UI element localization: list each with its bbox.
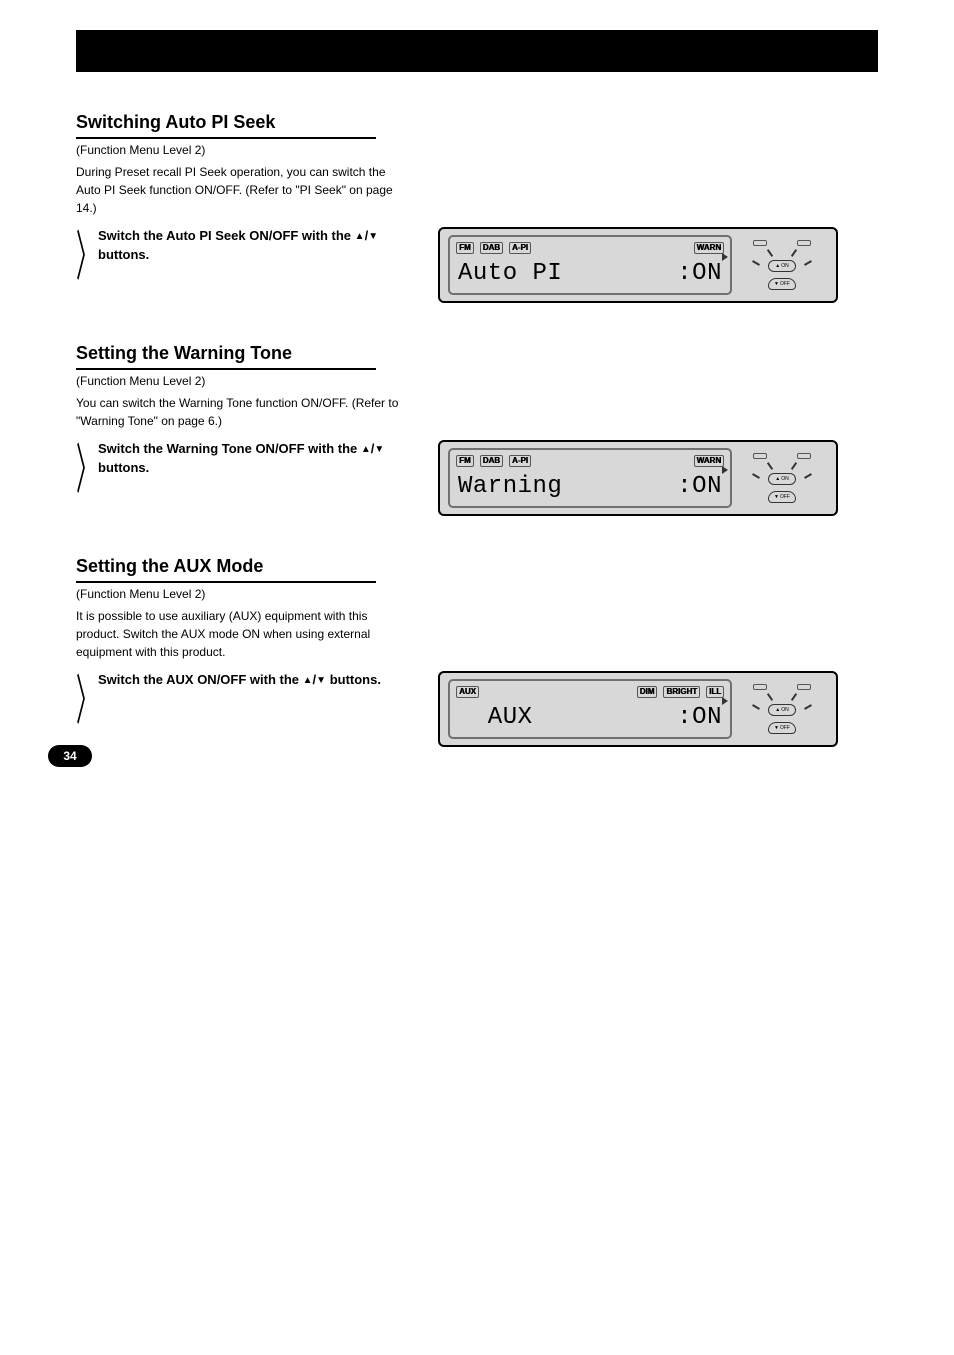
chevron-right-icon: 〉 [76, 446, 85, 495]
triangle-up-icon: ▲ [361, 444, 371, 455]
lcd-main-right: :ON [677, 706, 722, 730]
lcd-tag: DAB [480, 455, 503, 467]
lcd-screen: AUXDIMBRIGHTILL AUX:ON [448, 679, 732, 739]
knob-on-button[interactable]: ON [768, 704, 796, 716]
section-description: You can switch the Warning Tone function… [76, 394, 406, 430]
triangle-down-icon: ▼ [374, 444, 384, 455]
section-title: Setting the Warning Tone [76, 337, 376, 370]
lcd-tag: AUX [456, 686, 479, 698]
lcd-tag: DIM [637, 686, 658, 698]
lcd-main-right: :ON [677, 475, 722, 499]
pill-icon [797, 684, 811, 690]
knob-off-button[interactable]: OFF [768, 278, 796, 290]
section-description: It is possible to use auxiliary (AUX) eq… [76, 607, 406, 661]
knob-off-button[interactable]: OFF [768, 722, 796, 734]
lcd-tags: FM DAB A-PI WARN [456, 453, 724, 469]
lcd-main-left: Auto PI [458, 262, 562, 286]
chevron-right-icon: 〉 [76, 677, 85, 726]
lcd-tag: BRIGHT [663, 686, 700, 698]
lcd-tag: WARN [694, 242, 724, 254]
section-title: Setting the AUX Mode [76, 550, 376, 583]
lcd-screen: FM DAB A-PI WARN Warning :ON [448, 448, 732, 508]
triangle-down-icon: ▼ [316, 675, 326, 686]
pill-icon [797, 240, 811, 246]
knob-on-button[interactable]: ON [768, 473, 796, 485]
title-bar [76, 30, 878, 72]
lcd-tag: DAB [480, 242, 503, 254]
pill-icon [797, 453, 811, 459]
lcd-main-left: Warning [458, 475, 562, 499]
section-description: During Preset recall PI Seek operation, … [76, 163, 406, 217]
lcd-tag: WARN [694, 455, 724, 467]
knob-dial[interactable]: ON OFF [750, 250, 814, 290]
pill-icon [753, 240, 767, 246]
knob-dial[interactable]: ON OFF [750, 694, 814, 734]
section-title: Switching Auto PI Seek [76, 106, 376, 139]
play-arrow-icon [722, 697, 728, 705]
knob-panel: ON OFF [736, 442, 836, 514]
triangle-up-icon: ▲ [303, 675, 313, 686]
lcd-tag: FM [456, 242, 474, 254]
lcd-display: AUXDIMBRIGHTILL AUX:ONONOFF [438, 671, 838, 747]
lcd-main-right: :ON [677, 262, 722, 286]
knob-panel: ON OFF [736, 229, 836, 301]
chevron-right-icon: 〉 [76, 233, 85, 282]
knob-off-button[interactable]: OFF [768, 491, 796, 503]
lcd-display: FM DAB A-PI WARN Warning :ON ON OFF [438, 440, 838, 516]
knob-on-button[interactable]: ON [768, 260, 796, 272]
lcd-screen: FM DAB A-PI WARN Auto PI :ON [448, 235, 732, 295]
section-level: (Function Menu Level 2) [76, 143, 878, 157]
lcd-tag: FM [456, 455, 474, 467]
triangle-down-icon: ▼ [368, 231, 378, 242]
page-number: 34 [48, 745, 92, 767]
section-level: (Function Menu Level 2) [76, 587, 878, 601]
triangle-up-icon: ▲ [355, 231, 365, 242]
lcd-tag: A-PI [509, 242, 531, 254]
instruction-text: Switch the Auto PI Seek ON/OFF with the … [98, 227, 412, 282]
section-level: (Function Menu Level 2) [76, 374, 878, 388]
knob-dial[interactable]: ON OFF [750, 463, 814, 503]
instruction-text: Switch the AUX ON/OFF with the ▲/▼ butto… [98, 671, 381, 726]
lcd-display: FM DAB A-PI WARN Auto PI :ON ON OFF [438, 227, 838, 303]
instruction-text: Switch the Warning Tone ON/OFF with the … [98, 440, 412, 495]
play-arrow-icon [722, 466, 728, 474]
lcd-tags: FM DAB A-PI WARN [456, 240, 724, 256]
lcd-main-left: AUX [458, 706, 533, 730]
play-arrow-icon [722, 253, 728, 261]
lcd-tag: A-PI [509, 455, 531, 467]
lcd-tags: AUXDIMBRIGHTILL [456, 684, 724, 700]
pill-icon [753, 684, 767, 690]
pill-icon [753, 453, 767, 459]
knob-panel: ON OFF [736, 673, 836, 745]
